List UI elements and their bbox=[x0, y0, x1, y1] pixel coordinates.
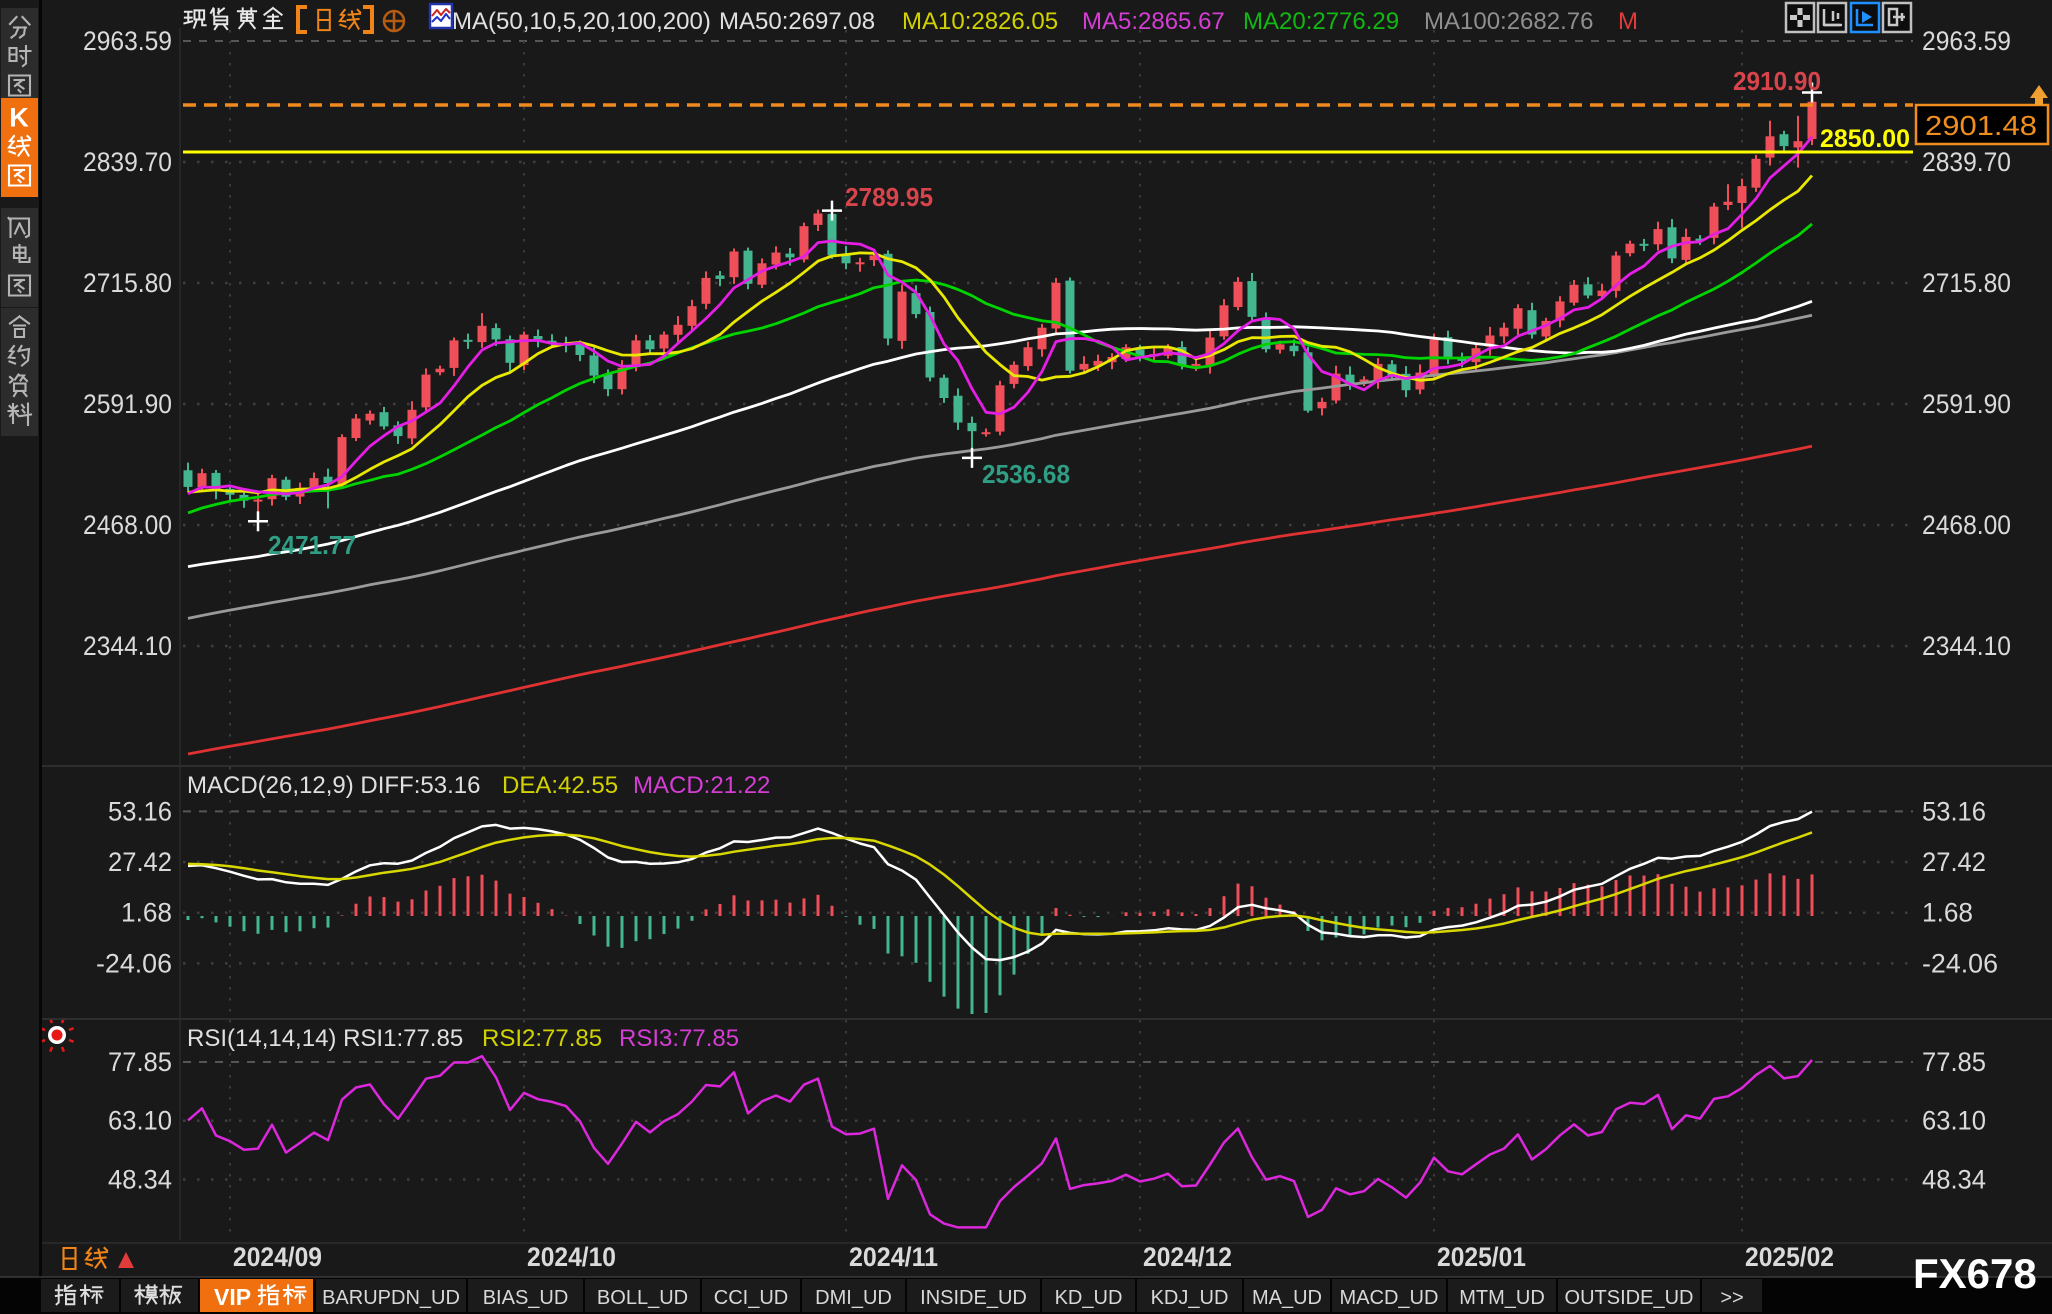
svg-text:48.34: 48.34 bbox=[1922, 1165, 1986, 1195]
svg-text:2024/09: 2024/09 bbox=[233, 1242, 322, 1272]
svg-text:48.34: 48.34 bbox=[108, 1165, 172, 1195]
svg-text:CCI_UD: CCI_UD bbox=[714, 1287, 788, 1309]
svg-text:53.16: 53.16 bbox=[108, 796, 172, 826]
svg-text:1.68: 1.68 bbox=[121, 898, 172, 928]
svg-text:2839.70: 2839.70 bbox=[83, 147, 172, 177]
svg-text:M: M bbox=[1618, 8, 1638, 35]
svg-text:2024/12: 2024/12 bbox=[1143, 1242, 1232, 1272]
svg-text:2468.00: 2468.00 bbox=[83, 510, 172, 540]
svg-text:2963.59: 2963.59 bbox=[1922, 26, 2011, 56]
svg-text:MA(50,10,5,20,100,200): MA(50,10,5,20,100,200) bbox=[452, 8, 711, 35]
svg-text:>>: >> bbox=[1720, 1287, 1743, 1309]
svg-text:2910.90: 2910.90 bbox=[1733, 66, 1821, 96]
svg-text:63.10: 63.10 bbox=[108, 1106, 172, 1136]
svg-text:DEA:42.55: DEA:42.55 bbox=[502, 772, 618, 799]
svg-text:MA5:2865.67: MA5:2865.67 bbox=[1082, 8, 1225, 35]
svg-text:RSI(14,14,14) RSI1:77.85: RSI(14,14,14) RSI1:77.85 bbox=[187, 1025, 463, 1052]
svg-text:MA20:2776.29: MA20:2776.29 bbox=[1243, 8, 1399, 35]
svg-text:2344.10: 2344.10 bbox=[83, 631, 172, 661]
svg-text:RSI2:77.85: RSI2:77.85 bbox=[482, 1025, 602, 1052]
svg-text:2963.59: 2963.59 bbox=[83, 26, 172, 56]
svg-text:2591.90: 2591.90 bbox=[83, 389, 172, 419]
svg-text:MACD_UD: MACD_UD bbox=[1340, 1287, 1439, 1309]
svg-text:77.85: 77.85 bbox=[108, 1047, 172, 1077]
svg-text:BIAS_UD: BIAS_UD bbox=[483, 1287, 569, 1309]
svg-text:K: K bbox=[9, 103, 29, 133]
svg-text:2344.10: 2344.10 bbox=[1922, 631, 2011, 661]
svg-text:MA_UD: MA_UD bbox=[1252, 1287, 1322, 1309]
svg-text:-24.06: -24.06 bbox=[1922, 948, 1998, 978]
svg-text:77.85: 77.85 bbox=[1922, 1047, 1986, 1077]
svg-text:63.10: 63.10 bbox=[1922, 1106, 1986, 1136]
svg-text:MA50:2697.08: MA50:2697.08 bbox=[719, 8, 875, 35]
svg-text:27.42: 27.42 bbox=[1922, 847, 1986, 877]
svg-text:2024/10: 2024/10 bbox=[527, 1242, 616, 1272]
svg-text:BARUPDN_UD: BARUPDN_UD bbox=[322, 1287, 460, 1309]
svg-text:2839.70: 2839.70 bbox=[1922, 147, 2011, 177]
svg-text:VIP: VIP bbox=[214, 1284, 251, 1310]
svg-text:MA10:2826.05: MA10:2826.05 bbox=[902, 8, 1058, 35]
svg-text:2591.90: 2591.90 bbox=[1922, 389, 2011, 419]
svg-text:2471.77: 2471.77 bbox=[268, 530, 356, 560]
svg-text:BOLL_UD: BOLL_UD bbox=[597, 1287, 688, 1309]
svg-text:MTM_UD: MTM_UD bbox=[1459, 1287, 1545, 1309]
svg-text:FX678: FX678 bbox=[1913, 1250, 2037, 1297]
svg-text:2901.48: 2901.48 bbox=[1925, 110, 2037, 141]
svg-text:2789.95: 2789.95 bbox=[845, 182, 933, 212]
svg-text:2715.80: 2715.80 bbox=[83, 268, 172, 298]
svg-text:MACD(26,12,9) DIFF:53.16: MACD(26,12,9) DIFF:53.16 bbox=[187, 772, 480, 799]
svg-text:KDJ_UD: KDJ_UD bbox=[1151, 1287, 1229, 1309]
svg-text:2025/02: 2025/02 bbox=[1745, 1242, 1834, 1272]
svg-text:MA100:2682.76: MA100:2682.76 bbox=[1424, 8, 1593, 35]
svg-text:1.68: 1.68 bbox=[1922, 898, 1973, 928]
svg-text:OUTSIDE_UD: OUTSIDE_UD bbox=[1565, 1287, 1694, 1309]
svg-text:-24.06: -24.06 bbox=[96, 948, 172, 978]
svg-text:27.42: 27.42 bbox=[108, 847, 172, 877]
svg-text:2850.00: 2850.00 bbox=[1820, 125, 1910, 153]
svg-text:2715.80: 2715.80 bbox=[1922, 268, 2011, 298]
svg-text:2024/11: 2024/11 bbox=[849, 1242, 938, 1272]
svg-text:INSIDE_UD: INSIDE_UD bbox=[920, 1287, 1027, 1309]
svg-text:2536.68: 2536.68 bbox=[982, 459, 1070, 489]
svg-text:DMI_UD: DMI_UD bbox=[815, 1287, 892, 1309]
svg-text:MACD:21.22: MACD:21.22 bbox=[633, 772, 770, 799]
svg-text:KD_UD: KD_UD bbox=[1055, 1287, 1123, 1309]
svg-text:2468.00: 2468.00 bbox=[1922, 510, 2011, 540]
svg-text:2025/01: 2025/01 bbox=[1437, 1242, 1526, 1272]
svg-text:53.16: 53.16 bbox=[1922, 796, 1986, 826]
svg-text:RSI3:77.85: RSI3:77.85 bbox=[619, 1025, 739, 1052]
